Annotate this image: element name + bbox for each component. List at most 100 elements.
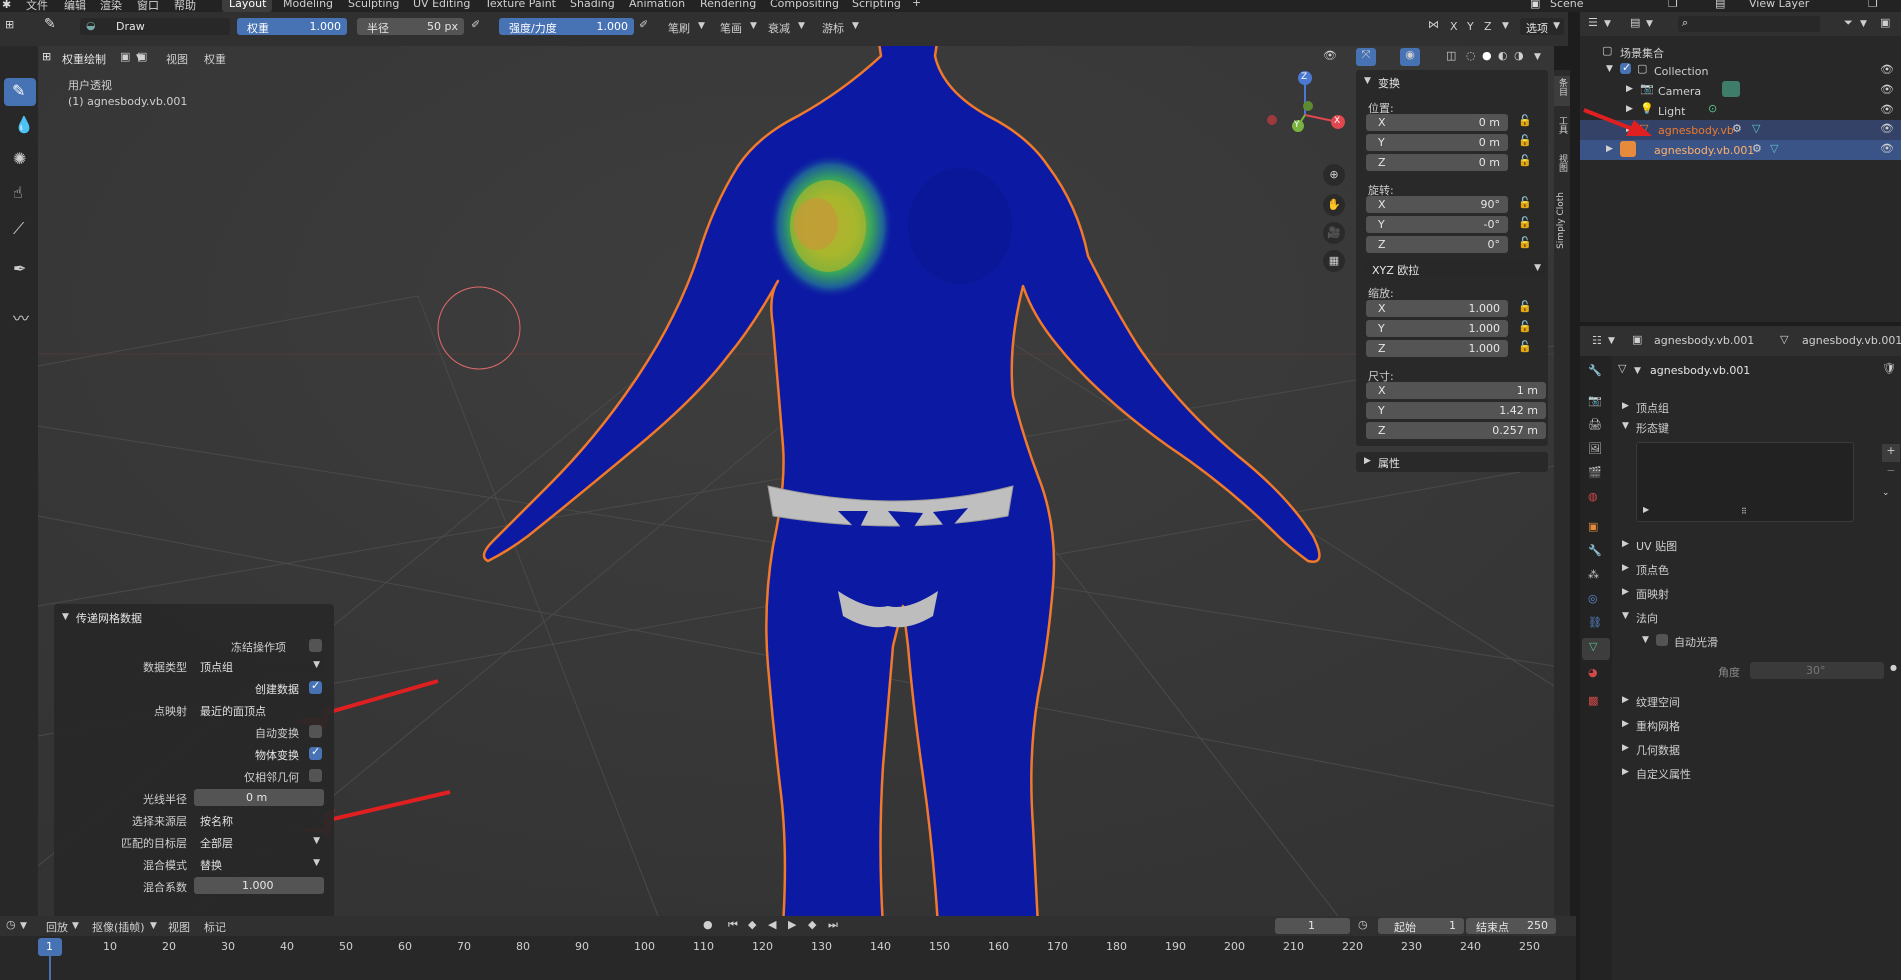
shading-material-icon[interactable]: ◐	[1498, 49, 1508, 62]
object-tab-icon[interactable]: ▣	[1588, 520, 1598, 533]
workspace-tab-compositing[interactable]: Compositing	[770, 0, 839, 10]
mirror-icon[interactable]: ⋈	[1428, 18, 1439, 31]
mix-factor-field[interactable]: 1.000	[194, 877, 324, 894]
location-z-field[interactable]: Z 0 m	[1366, 154, 1508, 171]
lock-icon[interactable]: 🔓	[1518, 320, 1532, 333]
data-type-dropdown[interactable]: 顶点组 ▼	[194, 657, 324, 674]
tab-view[interactable]: 视图	[1554, 152, 1570, 182]
scene-collection-label[interactable]: 场景集合	[1620, 45, 1664, 61]
visibility-eye-icon[interactable]: 👁	[1323, 49, 1337, 62]
falloff-menu[interactable]: 衰减	[768, 20, 790, 36]
chevron-down-icon[interactable]: ▼	[20, 921, 27, 931]
operator-expand-icon[interactable]: ▼	[62, 612, 69, 622]
lock-icon[interactable]: 🔓	[1518, 236, 1532, 249]
chevron-down-icon[interactable]: ▼	[1860, 19, 1867, 29]
tab-simply-cloth[interactable]: Simply Cloth	[1554, 190, 1570, 270]
dimension-y-field[interactable]: Y 1.42 m	[1366, 402, 1546, 419]
section-vertex-colors[interactable]: ▶ 顶点色	[1616, 560, 1901, 580]
section-shape-keys[interactable]: ▼ 形态键	[1616, 418, 1901, 438]
list-resize-handle-icon[interactable]: ⠿	[1741, 507, 1747, 516]
transform-title[interactable]: 变换	[1378, 75, 1400, 91]
tool-draw[interactable]: ✎	[4, 78, 36, 106]
rotation-y-field[interactable]: Y -0°	[1366, 216, 1508, 233]
expand-chevron-icon[interactable]: ▼	[1606, 64, 1613, 74]
mirror-chevron-down-icon[interactable]: ▼	[1502, 21, 1509, 31]
section-geometry-data[interactable]: ▶ 几何数据	[1616, 740, 1901, 760]
preview-range-clock-icon[interactable]: ◷	[1358, 918, 1368, 931]
object-transform-checkbox[interactable]	[309, 745, 322, 760]
lock-icon[interactable]: 🔓	[1518, 114, 1532, 127]
timeline-view-menu[interactable]: 视图	[168, 919, 190, 935]
scale-z-field[interactable]: Z 1.000	[1366, 340, 1508, 357]
section-custom-properties[interactable]: ▶ 自定义属性	[1616, 764, 1901, 784]
rotation-z-field[interactable]: Z 0°	[1366, 236, 1508, 253]
workspace-tab-shading[interactable]: Shading	[570, 0, 615, 10]
scale-x-field[interactable]: X 1.000	[1366, 300, 1508, 317]
section-remesh[interactable]: ▶ 重构网格	[1616, 716, 1901, 736]
create-data-checkbox[interactable]	[309, 679, 322, 694]
end-frame-field[interactable]: 结束点 250	[1466, 918, 1556, 934]
tool-blur[interactable]: 💧	[4, 112, 36, 140]
zoom-icon[interactable]: ⊕	[1323, 164, 1345, 186]
lock-icon[interactable]: 🔓	[1518, 340, 1532, 353]
output-tab-icon[interactable]: 🖨	[1588, 418, 1602, 431]
copy-icon[interactable]: ❐	[1668, 0, 1678, 10]
chevron-down-icon[interactable]: ▼	[1608, 336, 1615, 346]
prev-keyframe-icon[interactable]: ◆	[748, 918, 756, 931]
frame-ruler[interactable]: 1 10 20 30 40 50 60 70 80 90 100 110 120 130 140 150 160…	[0, 938, 1576, 980]
playback-menu[interactable]: 回放	[46, 919, 68, 935]
tool-average[interactable]: ✺	[4, 146, 36, 174]
view-layer-copy-icon[interactable]: ❐	[1868, 0, 1878, 10]
angle-field[interactable]: 30°	[1750, 662, 1884, 679]
brush-menu[interactable]: 笔刷	[668, 20, 690, 36]
view-menu[interactable]: 视图	[166, 51, 188, 67]
location-y-field[interactable]: Y 0 m	[1366, 134, 1508, 151]
mirror-z-toggle[interactable]: Z	[1484, 20, 1492, 33]
constraints-tab-icon[interactable]: ⛓	[1588, 616, 1602, 629]
record-icon[interactable]: ●	[703, 918, 713, 931]
properties-panel-header[interactable]: ▶ 属性	[1356, 452, 1548, 472]
workspace-tab-animation[interactable]: Animation	[629, 0, 685, 10]
new-collection-icon[interactable]: ▣	[1880, 16, 1890, 29]
workspace-tab-uv-editing[interactable]: UV Editing	[413, 0, 470, 10]
transform-expand-icon[interactable]: ▼	[1364, 76, 1371, 86]
filter-icon[interactable]: ⏷	[1844, 16, 1853, 30]
outliner-item-collection[interactable]: Collection	[1654, 65, 1708, 78]
display-mode-icon[interactable]: ▤	[1630, 16, 1640, 29]
particles-tab-icon[interactable]: ⁂	[1588, 568, 1599, 581]
start-frame-field[interactable]: 起始 1	[1378, 918, 1464, 934]
tab-tool[interactable]: 工具	[1554, 114, 1570, 144]
data-tab-active[interactable]: ▽	[1582, 638, 1610, 660]
viewport-3d[interactable]: ⊞ 权重绘制 ▼ ▣ ▣ 视图 权重 👁 ⤧ ◉ ◫ ◌ ● ◐ ◑ ▼ 用户透…	[38, 46, 1554, 916]
shading-rendered-icon[interactable]: ◑	[1514, 49, 1524, 62]
breadcrumb-object[interactable]: agnesbody.vb.001	[1654, 334, 1754, 347]
only-neighbor-checkbox[interactable]	[309, 769, 322, 782]
eye-icon[interactable]: 👁	[1880, 142, 1894, 155]
lock-icon[interactable]: 🔓	[1518, 216, 1532, 229]
rotation-mode-dropdown[interactable]: XYZ 欧拉 ▼	[1366, 260, 1546, 277]
workspace-tab-rendering[interactable]: Rendering	[700, 0, 756, 10]
add-workspace-icon[interactable]: +	[912, 0, 921, 9]
weight-paint-mode-icon[interactable]: ⊞	[5, 18, 14, 31]
chevron-down-icon[interactable]: ▼	[1646, 19, 1653, 29]
gizmo-toggle-icon[interactable]: ⤧	[1356, 48, 1376, 66]
workspace-tab-sculpting[interactable]: Sculpting	[348, 0, 399, 10]
lock-icon[interactable]: 🔓	[1518, 196, 1532, 209]
stroke-menu[interactable]: 笔画	[720, 20, 742, 36]
outliner-search-input[interactable]: ⌕	[1678, 16, 1820, 32]
workspace-tab-texture-paint[interactable]: Texture Paint	[485, 0, 556, 10]
scene-name[interactable]: Scene	[1550, 0, 1584, 10]
camera-view-icon[interactable]: 🎥	[1323, 222, 1345, 244]
scene-icon[interactable]: ▣	[1530, 0, 1540, 10]
mesh-name-field[interactable]: agnesbody.vb.001	[1644, 362, 1874, 380]
tool-tab-icon[interactable]: 🔧	[1588, 364, 1602, 377]
play-icon[interactable]: ▶	[788, 918, 796, 931]
scale-y-field[interactable]: Y 1.000	[1366, 320, 1508, 337]
auto-smooth-row[interactable]: ▼ 自动光滑	[1636, 632, 1901, 652]
section-normals[interactable]: ▼ 法向	[1616, 608, 1901, 628]
pan-hand-icon[interactable]: ✋	[1323, 194, 1345, 216]
expand-chevron-icon[interactable]: ▶	[1626, 84, 1633, 94]
section-uv-maps[interactable]: ▶ UV 贴图	[1616, 536, 1901, 556]
jump-end-icon[interactable]: ⏭	[828, 918, 838, 932]
tool-annotate[interactable]: 〰	[4, 302, 36, 330]
